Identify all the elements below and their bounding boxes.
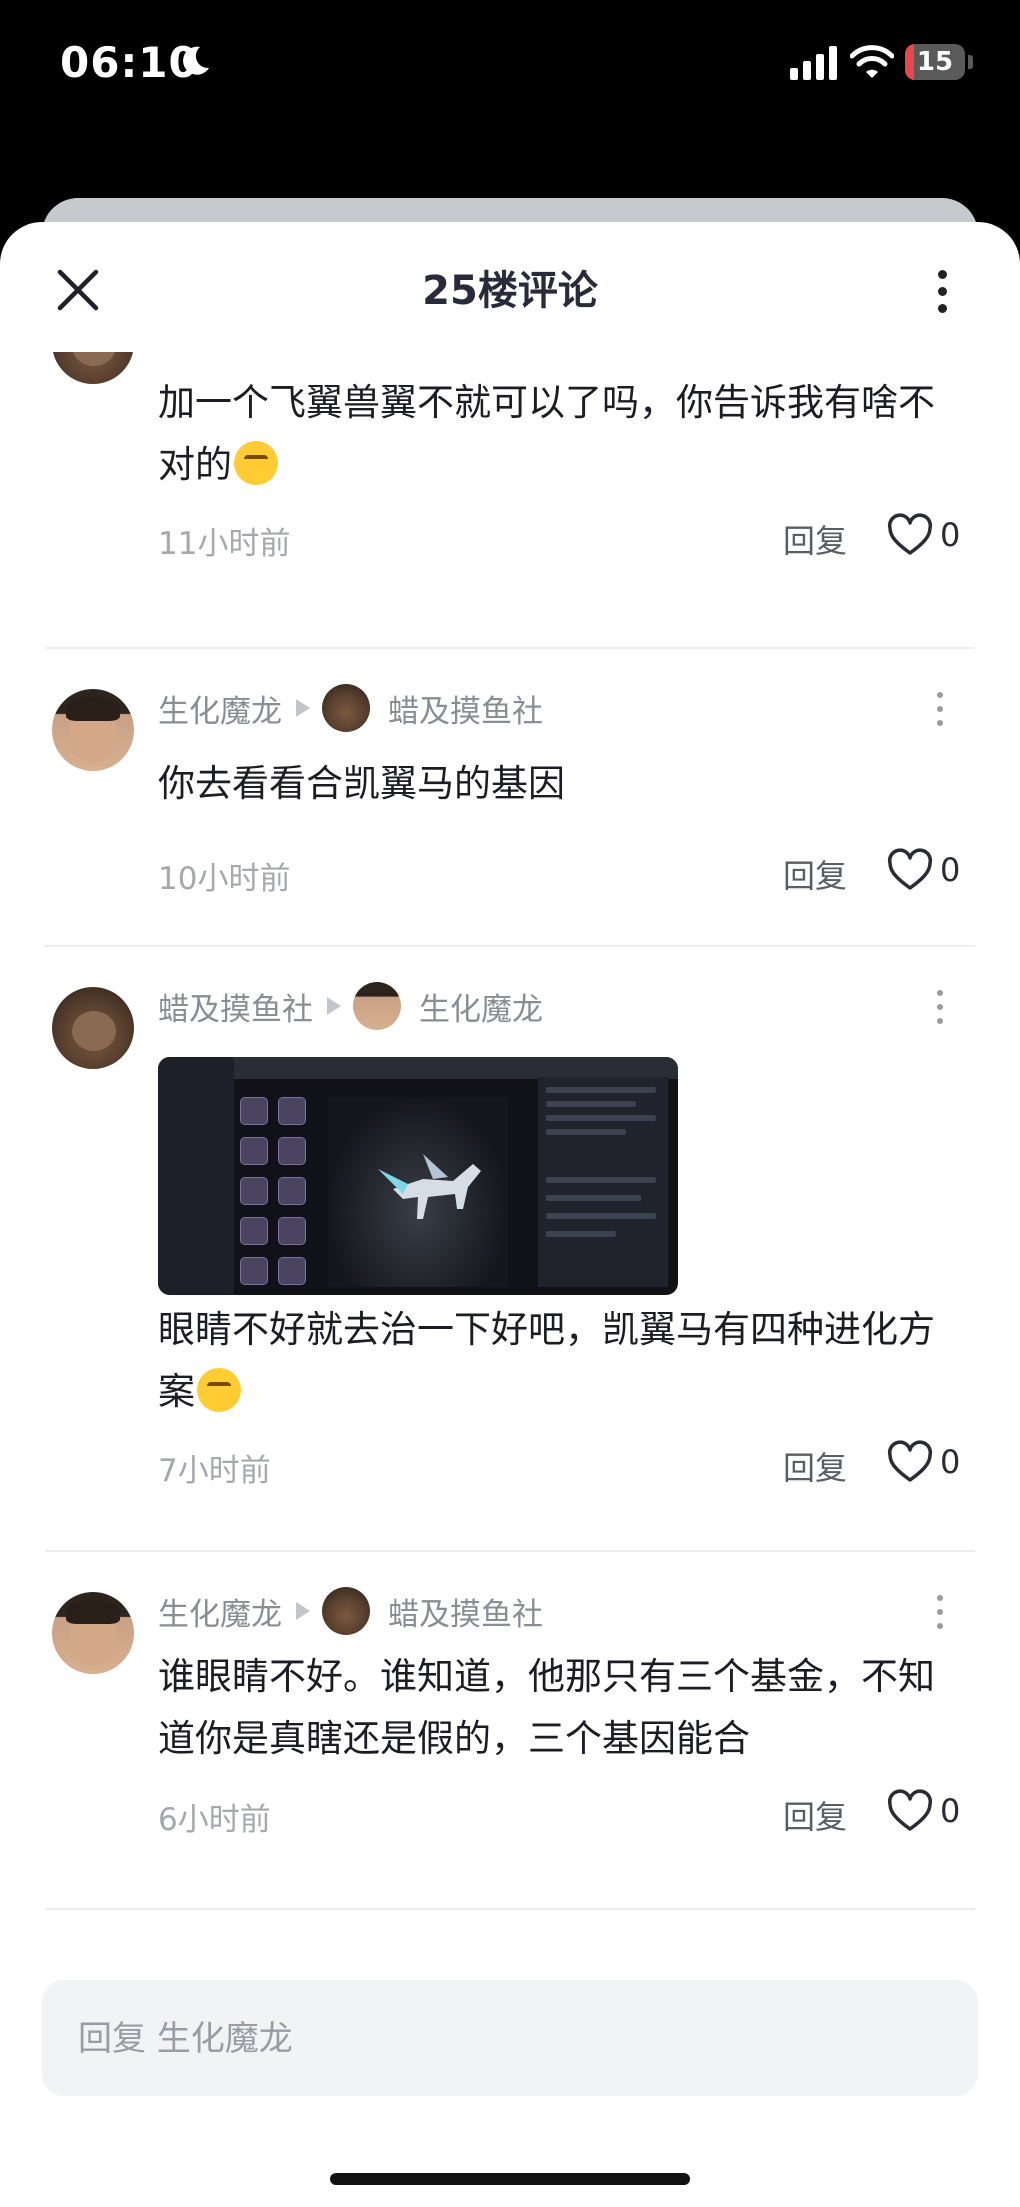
signal-icon [790,46,837,80]
avatar[interactable] [52,352,134,384]
reply-chain: 蜡及摸鱼社 生化魔龙 [158,981,543,1031]
reply-target-avatar[interactable] [353,982,401,1030]
status-bar: 06:10 15 [0,0,1020,140]
heart-icon[interactable] [886,1439,934,1487]
comment-image[interactable] [158,1057,678,1295]
comment-text: 谁眼睛不好。谁知道，他那只有三个基金，不知道你是真瞎还是假的，三个基因能合 [158,1655,935,1760]
page-title: 25楼评论 [422,268,598,314]
list-item: 蜡及摸鱼社 生化魔龙 眼睛不好就去治一下好吧，凯翼马有四种进化方案 7小时前 回… [0,947,1020,1557]
timestamp: 11小时前 [158,526,291,562]
author-name[interactable]: 生化魔龙 [158,1589,282,1634]
comment-list[interactable]: 加一个飞翼兽翼不就可以了吗，你告诉我有啥不对的 11小时前 回复 0 生化魔龙 … [0,352,1020,2172]
comment-text: 眼睛不好就去治一下好吧，凯翼马有四种进化方案 [158,1308,935,1413]
comment-meta: 11小时前 回复 0 [158,512,968,562]
author-name[interactable]: 生化魔龙 [158,686,282,731]
battery-cap [968,55,973,69]
moon-icon [183,46,209,75]
avatar[interactable] [52,1592,134,1674]
list-item: 加一个飞翼兽翼不就可以了吗，你告诉我有啥不对的 11小时前 回复 0 [0,352,1020,610]
comment-sheet: 25楼评论 加一个飞翼兽翼不就可以了吗，你告诉我有啥不对的 11小时前 回复 0 [0,222,1020,2207]
reply-arrow-icon [296,1602,310,1620]
like-count: 0 [940,1443,961,1481]
sheet-header: 25楼评论 [0,222,1020,352]
reply-target-name[interactable]: 蜡及摸鱼社 [388,686,543,731]
author-name[interactable]: 蜡及摸鱼社 [158,984,313,1029]
reply-input[interactable] [76,1980,940,2098]
item-more-icon[interactable] [930,987,950,1027]
battery-indicator: 15 [905,44,965,80]
reply-target-name[interactable]: 蜡及摸鱼社 [388,1589,543,1634]
timestamp: 6小时前 [158,1802,271,1838]
comment-meta: 10小时前 回复 0 [158,847,968,897]
heart-icon[interactable] [886,1788,934,1836]
item-more-icon[interactable] [930,1592,950,1632]
reply-input-bar[interactable] [42,1980,978,2098]
item-more-icon[interactable] [930,689,950,729]
reply-button[interactable]: 回复 [783,516,847,562]
more-icon[interactable] [922,264,962,320]
reply-chain: 生化魔龙 蜡及摸鱼社 [158,1586,543,1636]
thinking-emoji-icon [234,441,278,485]
home-indicator[interactable] [330,2173,690,2185]
reply-button[interactable]: 回复 [783,1792,847,1838]
avatar[interactable] [52,987,134,1069]
comment-text: 加一个飞翼兽翼不就可以了吗，你告诉我有啥不对的 [158,381,935,486]
avatar[interactable] [52,689,134,771]
list-item: 生化魔龙 蜡及摸鱼社 谁眼睛不好。谁知道，他那只有三个基金，不知道你是真瞎还是假… [0,1552,1020,1912]
heart-icon[interactable] [886,847,934,895]
comment-meta: 6小时前 回复 0 [158,1788,968,1838]
reply-chain: 生化魔龙 蜡及摸鱼社 [158,683,543,733]
reply-target-avatar[interactable] [322,684,370,732]
comment-meta: 7小时前 回复 0 [158,1439,968,1489]
pegasus-image-icon [378,1154,481,1219]
list-item: 生化魔龙 蜡及摸鱼社 你去看看合凯翼马的基因 10小时前 回复 0 [0,649,1020,945]
like-count: 0 [940,851,961,889]
hammer-emoji-icon [197,1368,241,1412]
divider [45,1908,975,1910]
timestamp: 7小时前 [158,1453,271,1489]
like-count: 0 [940,1792,961,1830]
reply-button[interactable]: 回复 [783,851,847,897]
like-count: 0 [940,516,961,554]
battery-percent: 15 [916,47,954,77]
reply-arrow-icon [296,699,310,717]
timestamp: 10小时前 [158,861,291,897]
reply-arrow-icon [327,997,341,1015]
reply-button[interactable]: 回复 [783,1443,847,1489]
heart-icon[interactable] [886,512,934,560]
reply-target-avatar[interactable] [322,1587,370,1635]
wifi-icon [850,45,894,78]
comment-text: 你去看看合凯翼马的基因 [158,762,565,805]
reply-target-name[interactable]: 生化魔龙 [419,984,543,1029]
